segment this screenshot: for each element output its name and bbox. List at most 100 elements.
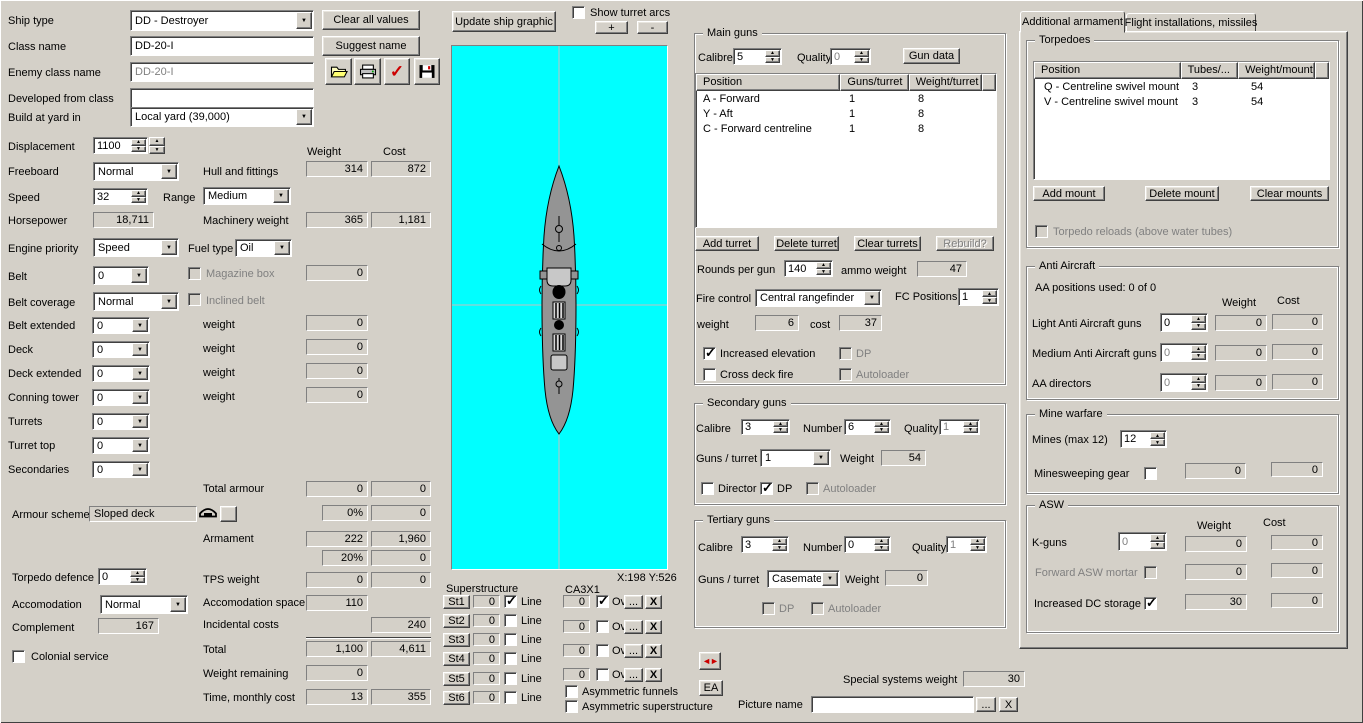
armour-scheme-button[interactable] [220, 506, 237, 522]
chevron-down-icon[interactable] [132, 415, 148, 428]
tab-flight-installations[interactable]: Flight installations, missiles [1125, 13, 1257, 33]
chevron-down-icon[interactable] [132, 463, 148, 476]
validate-button[interactable]: ✓ [384, 58, 410, 85]
secondaries-select[interactable]: 0 [92, 461, 150, 478]
oval2-checkbox[interactable] [596, 620, 609, 633]
speed-input[interactable]: 32 [93, 188, 148, 205]
add-mount-button[interactable]: Add mount [1033, 186, 1105, 201]
light-aa-input[interactable]: 0 [1160, 313, 1208, 332]
st1-button[interactable]: St1 [443, 595, 470, 609]
fc-positions-spinner[interactable] [982, 290, 997, 304]
oval3-checkbox[interactable] [596, 644, 609, 657]
displacement-spinner[interactable] [131, 139, 146, 152]
table-row[interactable]: V - Centreline swivel mount 3 54 [1034, 94, 1329, 109]
column-header[interactable]: Weight/mount [1238, 62, 1315, 79]
secondary-guns-turret-select[interactable]: 1 [760, 449, 831, 467]
swap-sides-button[interactable] [699, 652, 721, 670]
cross-deck-fire-checkbox[interactable] [703, 368, 716, 381]
st5-button[interactable]: St5 [443, 672, 470, 686]
deck-extended-select[interactable]: 0 [92, 365, 150, 382]
turret-top-select[interactable]: 0 [92, 437, 150, 454]
turrets-select[interactable]: 0 [92, 413, 150, 430]
asymmetric-funnels-checkbox[interactable] [565, 685, 578, 698]
chevron-down-icon[interactable] [161, 164, 177, 179]
st2-button[interactable]: St2 [443, 614, 470, 628]
column-header[interactable]: Position [1034, 62, 1181, 79]
column-header[interactable]: Guns/turret [840, 74, 909, 91]
increased-dc-storage-checkbox[interactable] [1144, 595, 1157, 611]
add-turret-button[interactable]: Add turret [695, 236, 759, 251]
mines-input[interactable]: 12 [1120, 430, 1167, 448]
displacement-fine-spinner[interactable] [149, 137, 165, 154]
engine-priority-select[interactable]: Speed [93, 238, 179, 257]
oval3-delete-button[interactable]: X [645, 644, 662, 658]
oval4-delete-button[interactable]: X [645, 668, 662, 682]
freeboard-select[interactable]: Normal [93, 162, 179, 181]
ship-graphic-canvas[interactable] [451, 45, 668, 570]
show-turret-arcs-checkbox[interactable] [572, 6, 585, 19]
table-row[interactable]: Y - Aft 1 8 [696, 106, 996, 121]
asymmetric-superstructure-checkbox[interactable] [565, 700, 578, 713]
st2-line-checkbox[interactable] [504, 614, 517, 627]
displacement-input[interactable]: 1100 [93, 137, 148, 154]
main-calibre-spinner[interactable] [765, 50, 780, 63]
chevron-down-icon[interactable] [274, 241, 290, 255]
main-calibre-input[interactable]: 5 [733, 48, 782, 65]
rounds-per-gun-spinner[interactable] [816, 262, 831, 275]
minesweeping-checkbox[interactable] [1144, 467, 1157, 480]
belt-coverage-select[interactable]: Normal [93, 292, 179, 311]
oval4-more-button[interactable]: ... [624, 668, 643, 682]
st5-line-checkbox[interactable] [504, 672, 517, 685]
torpedoes-table[interactable]: Position Tubes/... Weight/mount Q - Cent… [1033, 61, 1330, 180]
accomodation-select[interactable]: Normal [100, 595, 188, 614]
chevron-down-icon[interactable] [296, 12, 312, 29]
picture-clear-button[interactable]: X [999, 697, 1018, 712]
clear-turrets-button[interactable]: Clear turrets [854, 236, 921, 251]
column-header[interactable]: Position [696, 74, 841, 91]
picture-browse-button[interactable]: ... [976, 697, 996, 712]
oval4-checkbox[interactable] [596, 668, 609, 681]
secondary-number-input[interactable]: 6 [844, 419, 891, 435]
chevron-down-icon[interactable] [170, 597, 186, 612]
chevron-down-icon[interactable] [813, 451, 829, 465]
st3-button[interactable]: St3 [443, 633, 470, 647]
zoom-out-button[interactable]: - [637, 21, 668, 34]
update-ship-graphic-button[interactable]: Update ship graphic [452, 11, 556, 32]
st3-line-checkbox[interactable] [504, 633, 517, 646]
st4-button[interactable]: St4 [443, 652, 470, 666]
yard-select[interactable]: Local yard (39,000) [130, 107, 314, 127]
st6-button[interactable]: St6 [443, 691, 470, 705]
class-name-input[interactable]: DD-20-I [130, 36, 314, 56]
chevron-down-icon[interactable] [161, 240, 177, 255]
chevron-down-icon[interactable] [132, 367, 148, 380]
speed-spinner[interactable] [131, 190, 146, 203]
open-file-button[interactable] [325, 58, 352, 85]
oval1-more-button[interactable]: ... [624, 595, 643, 609]
belt-extended-select[interactable]: 0 [92, 317, 150, 334]
conning-tower-select[interactable]: 0 [92, 389, 150, 406]
deck-select[interactable]: 0 [92, 341, 150, 358]
chevron-down-icon[interactable] [296, 109, 312, 125]
oval1-delete-button[interactable]: X [645, 595, 662, 609]
rounds-per-gun-input[interactable]: 140 [784, 260, 833, 277]
chevron-down-icon[interactable] [132, 439, 148, 452]
oval3-more-button[interactable]: ... [624, 644, 643, 658]
tertiary-calibre-spinner[interactable] [772, 538, 787, 551]
fc-positions-input[interactable]: 1 [958, 288, 999, 306]
ship-type-select[interactable]: DD - Destroyer [130, 10, 314, 31]
save-button[interactable] [414, 58, 440, 85]
chevron-down-icon[interactable] [132, 343, 148, 356]
table-row[interactable]: C - Forward centreline 1 8 [696, 121, 996, 136]
chevron-down-icon[interactable] [273, 189, 289, 203]
chevron-down-icon[interactable] [822, 572, 838, 586]
secondary-calibre-spinner[interactable] [773, 421, 788, 433]
torpedo-defence-input[interactable]: 0 [98, 568, 147, 585]
print-button[interactable] [354, 58, 381, 85]
oval2-delete-button[interactable]: X [645, 620, 662, 634]
belt-select[interactable]: 0 [93, 266, 149, 285]
zoom-in-button[interactable]: + [595, 21, 628, 34]
chevron-down-icon[interactable] [131, 268, 147, 283]
st6-line-checkbox[interactable] [504, 691, 517, 704]
suggest-name-button[interactable]: Suggest name [322, 36, 420, 56]
table-row[interactable]: Q - Centreline swivel mount 3 54 [1034, 79, 1329, 94]
